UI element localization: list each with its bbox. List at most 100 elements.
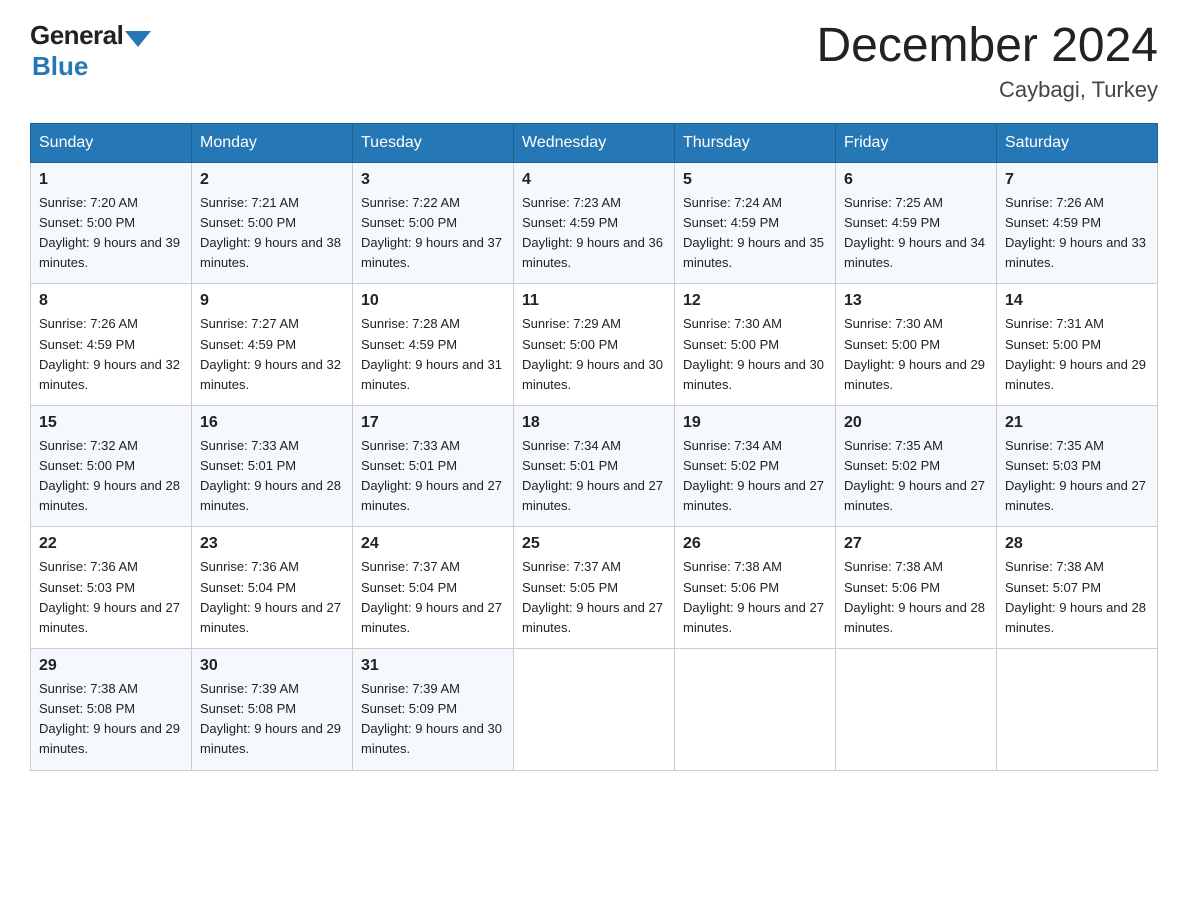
calendar-cell: 25 Sunrise: 7:37 AMSunset: 5:05 PMDaylig… [514, 527, 675, 649]
day-number: 8 [39, 292, 183, 310]
day-info: Sunrise: 7:39 AMSunset: 5:09 PMDaylight:… [361, 679, 505, 760]
day-number: 27 [844, 535, 988, 553]
day-number: 3 [361, 171, 505, 189]
day-number: 14 [1005, 292, 1149, 310]
day-info: Sunrise: 7:24 AMSunset: 4:59 PMDaylight:… [683, 193, 827, 274]
calendar-cell: 29 Sunrise: 7:38 AMSunset: 5:08 PMDaylig… [31, 649, 192, 771]
calendar-cell: 14 Sunrise: 7:31 AMSunset: 5:00 PMDaylig… [997, 284, 1158, 406]
calendar-cell: 19 Sunrise: 7:34 AMSunset: 5:02 PMDaylig… [675, 405, 836, 527]
calendar-cell: 3 Sunrise: 7:22 AMSunset: 5:00 PMDayligh… [353, 162, 514, 284]
calendar-cell: 15 Sunrise: 7:32 AMSunset: 5:00 PMDaylig… [31, 405, 192, 527]
day-info: Sunrise: 7:25 AMSunset: 4:59 PMDaylight:… [844, 193, 988, 274]
day-header-friday: Friday [836, 123, 997, 162]
calendar-cell: 23 Sunrise: 7:36 AMSunset: 5:04 PMDaylig… [192, 527, 353, 649]
calendar-cell: 6 Sunrise: 7:25 AMSunset: 4:59 PMDayligh… [836, 162, 997, 284]
day-number: 17 [361, 414, 505, 432]
logo: General Blue [30, 20, 151, 82]
calendar-cell: 31 Sunrise: 7:39 AMSunset: 5:09 PMDaylig… [353, 649, 514, 771]
day-number: 24 [361, 535, 505, 553]
day-number: 16 [200, 414, 344, 432]
day-number: 29 [39, 657, 183, 675]
day-info: Sunrise: 7:27 AMSunset: 4:59 PMDaylight:… [200, 314, 344, 395]
calendar-cell: 13 Sunrise: 7:30 AMSunset: 5:00 PMDaylig… [836, 284, 997, 406]
day-info: Sunrise: 7:36 AMSunset: 5:03 PMDaylight:… [39, 557, 183, 638]
calendar-table: SundayMondayTuesdayWednesdayThursdayFrid… [30, 123, 1158, 771]
day-info: Sunrise: 7:35 AMSunset: 5:02 PMDaylight:… [844, 436, 988, 517]
day-info: Sunrise: 7:29 AMSunset: 5:00 PMDaylight:… [522, 314, 666, 395]
calendar-week-row: 8 Sunrise: 7:26 AMSunset: 4:59 PMDayligh… [31, 284, 1158, 406]
calendar-cell: 4 Sunrise: 7:23 AMSunset: 4:59 PMDayligh… [514, 162, 675, 284]
calendar-cell [836, 649, 997, 771]
day-info: Sunrise: 7:34 AMSunset: 5:01 PMDaylight:… [522, 436, 666, 517]
day-number: 13 [844, 292, 988, 310]
day-info: Sunrise: 7:30 AMSunset: 5:00 PMDaylight:… [683, 314, 827, 395]
day-info: Sunrise: 7:33 AMSunset: 5:01 PMDaylight:… [200, 436, 344, 517]
day-info: Sunrise: 7:39 AMSunset: 5:08 PMDaylight:… [200, 679, 344, 760]
calendar-cell: 27 Sunrise: 7:38 AMSunset: 5:06 PMDaylig… [836, 527, 997, 649]
title-block: December 2024 Caybagi, Turkey [816, 20, 1158, 103]
day-info: Sunrise: 7:32 AMSunset: 5:00 PMDaylight:… [39, 436, 183, 517]
day-info: Sunrise: 7:21 AMSunset: 5:00 PMDaylight:… [200, 193, 344, 274]
calendar-cell [514, 649, 675, 771]
day-number: 15 [39, 414, 183, 432]
day-info: Sunrise: 7:38 AMSunset: 5:08 PMDaylight:… [39, 679, 183, 760]
day-header-tuesday: Tuesday [353, 123, 514, 162]
day-info: Sunrise: 7:36 AMSunset: 5:04 PMDaylight:… [200, 557, 344, 638]
day-info: Sunrise: 7:23 AMSunset: 4:59 PMDaylight:… [522, 193, 666, 274]
page-header: General Blue December 2024 Caybagi, Turk… [30, 20, 1158, 103]
day-number: 5 [683, 171, 827, 189]
day-header-monday: Monday [192, 123, 353, 162]
day-number: 12 [683, 292, 827, 310]
calendar-cell: 16 Sunrise: 7:33 AMSunset: 5:01 PMDaylig… [192, 405, 353, 527]
day-number: 22 [39, 535, 183, 553]
calendar-cell: 24 Sunrise: 7:37 AMSunset: 5:04 PMDaylig… [353, 527, 514, 649]
day-info: Sunrise: 7:26 AMSunset: 4:59 PMDaylight:… [1005, 193, 1149, 274]
day-info: Sunrise: 7:22 AMSunset: 5:00 PMDaylight:… [361, 193, 505, 274]
day-info: Sunrise: 7:26 AMSunset: 4:59 PMDaylight:… [39, 314, 183, 395]
calendar-week-row: 22 Sunrise: 7:36 AMSunset: 5:03 PMDaylig… [31, 527, 1158, 649]
calendar-week-row: 15 Sunrise: 7:32 AMSunset: 5:00 PMDaylig… [31, 405, 1158, 527]
calendar-cell: 18 Sunrise: 7:34 AMSunset: 5:01 PMDaylig… [514, 405, 675, 527]
calendar-cell: 1 Sunrise: 7:20 AMSunset: 5:00 PMDayligh… [31, 162, 192, 284]
calendar-week-row: 29 Sunrise: 7:38 AMSunset: 5:08 PMDaylig… [31, 649, 1158, 771]
calendar-cell: 30 Sunrise: 7:39 AMSunset: 5:08 PMDaylig… [192, 649, 353, 771]
calendar-cell: 10 Sunrise: 7:28 AMSunset: 4:59 PMDaylig… [353, 284, 514, 406]
day-header-thursday: Thursday [675, 123, 836, 162]
day-info: Sunrise: 7:33 AMSunset: 5:01 PMDaylight:… [361, 436, 505, 517]
day-info: Sunrise: 7:38 AMSunset: 5:06 PMDaylight:… [844, 557, 988, 638]
calendar-cell: 9 Sunrise: 7:27 AMSunset: 4:59 PMDayligh… [192, 284, 353, 406]
day-info: Sunrise: 7:37 AMSunset: 5:05 PMDaylight:… [522, 557, 666, 638]
day-info: Sunrise: 7:31 AMSunset: 5:00 PMDaylight:… [1005, 314, 1149, 395]
day-info: Sunrise: 7:34 AMSunset: 5:02 PMDaylight:… [683, 436, 827, 517]
calendar-cell: 22 Sunrise: 7:36 AMSunset: 5:03 PMDaylig… [31, 527, 192, 649]
day-info: Sunrise: 7:20 AMSunset: 5:00 PMDaylight:… [39, 193, 183, 274]
calendar-cell: 12 Sunrise: 7:30 AMSunset: 5:00 PMDaylig… [675, 284, 836, 406]
day-number: 10 [361, 292, 505, 310]
day-number: 28 [1005, 535, 1149, 553]
day-number: 2 [200, 171, 344, 189]
calendar-cell: 2 Sunrise: 7:21 AMSunset: 5:00 PMDayligh… [192, 162, 353, 284]
day-number: 23 [200, 535, 344, 553]
logo-blue-text: Blue [32, 51, 88, 82]
calendar-cell: 28 Sunrise: 7:38 AMSunset: 5:07 PMDaylig… [997, 527, 1158, 649]
day-number: 6 [844, 171, 988, 189]
day-info: Sunrise: 7:35 AMSunset: 5:03 PMDaylight:… [1005, 436, 1149, 517]
day-number: 21 [1005, 414, 1149, 432]
day-number: 19 [683, 414, 827, 432]
day-number: 30 [200, 657, 344, 675]
day-header-wednesday: Wednesday [514, 123, 675, 162]
calendar-cell: 20 Sunrise: 7:35 AMSunset: 5:02 PMDaylig… [836, 405, 997, 527]
day-header-sunday: Sunday [31, 123, 192, 162]
day-number: 26 [683, 535, 827, 553]
calendar-cell: 21 Sunrise: 7:35 AMSunset: 5:03 PMDaylig… [997, 405, 1158, 527]
logo-arrow-icon [125, 31, 151, 47]
month-title: December 2024 [816, 20, 1158, 73]
day-info: Sunrise: 7:28 AMSunset: 4:59 PMDaylight:… [361, 314, 505, 395]
day-info: Sunrise: 7:38 AMSunset: 5:07 PMDaylight:… [1005, 557, 1149, 638]
day-info: Sunrise: 7:30 AMSunset: 5:00 PMDaylight:… [844, 314, 988, 395]
location: Caybagi, Turkey [816, 77, 1158, 103]
day-number: 4 [522, 171, 666, 189]
day-header-saturday: Saturday [997, 123, 1158, 162]
calendar-week-row: 1 Sunrise: 7:20 AMSunset: 5:00 PMDayligh… [31, 162, 1158, 284]
calendar-cell: 11 Sunrise: 7:29 AMSunset: 5:00 PMDaylig… [514, 284, 675, 406]
